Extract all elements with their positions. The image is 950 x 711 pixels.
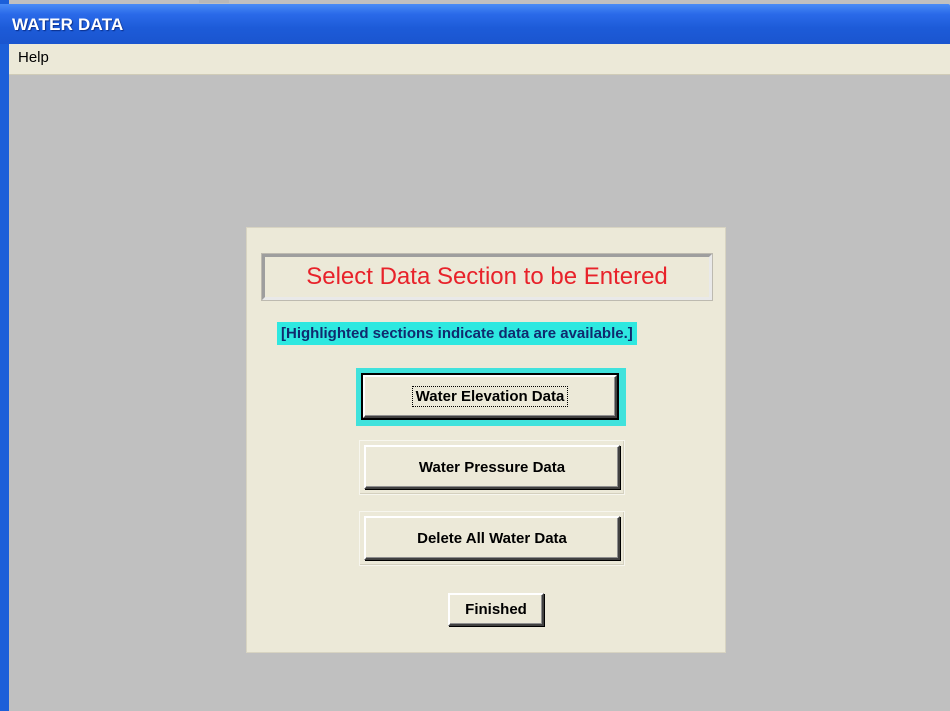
client-area: Select Data Section to be Entered [Highl… [9, 75, 950, 711]
finished-label: Finished [465, 601, 527, 618]
title-bar[interactable]: WATER DATA [0, 4, 950, 44]
delete-all-water-data-button[interactable]: Delete All Water Data [364, 516, 620, 560]
panel-heading: Select Data Section to be Entered [306, 263, 668, 290]
window-title: WATER DATA [12, 15, 124, 34]
water-elevation-data-label: Water Elevation Data [411, 386, 569, 407]
pressure-frame: Water Pressure Data [359, 440, 625, 495]
availability-note: [Highlighted sections indicate data are … [277, 322, 637, 345]
delete-frame: Delete All Water Data [359, 511, 625, 566]
water-pressure-data-button[interactable]: Water Pressure Data [364, 445, 620, 489]
delete-all-water-data-label: Delete All Water Data [417, 529, 567, 547]
menu-bar: Help [9, 44, 950, 75]
finished-button[interactable]: Finished [448, 593, 544, 626]
data-section-panel: Select Data Section to be Entered [Highl… [246, 227, 726, 653]
elevation-highlight-frame: Water Elevation Data [356, 368, 626, 426]
app-window: WATER DATA Help Select Data Section to b… [0, 0, 950, 711]
water-elevation-data-button[interactable]: Water Elevation Data [361, 373, 619, 420]
water-pressure-data-label: Water Pressure Data [418, 458, 566, 476]
heading-frame: Select Data Section to be Entered [261, 253, 713, 301]
menu-item-help[interactable]: Help [16, 49, 51, 66]
background-window-edge [199, 0, 229, 3]
